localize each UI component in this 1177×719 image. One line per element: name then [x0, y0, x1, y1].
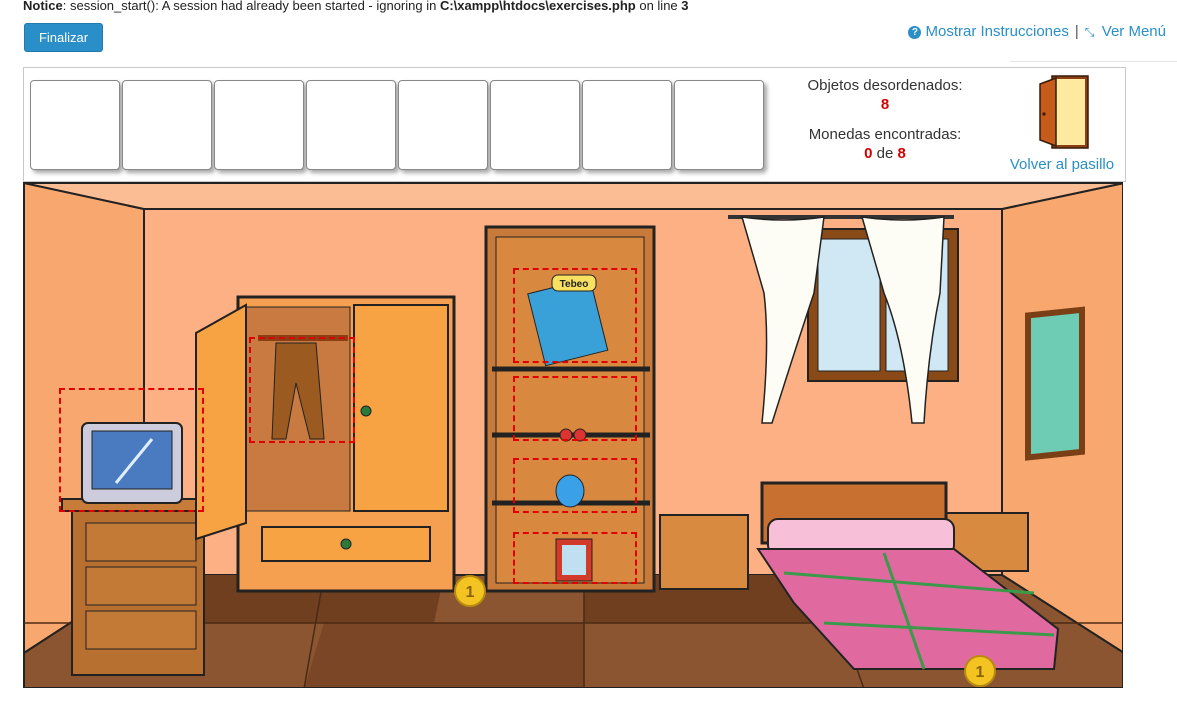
bedroom-scene: Tebeo 1 1 — [23, 182, 1123, 688]
coins-label: Monedas encontradas: — [808, 126, 962, 143]
disordered-count: 8 — [880, 96, 890, 113]
php-notice: Notice: session_start(): A session had a… — [23, 0, 689, 13]
coin-label: 1 — [466, 584, 475, 601]
inventory-slot[interactable] — [214, 80, 304, 170]
coin-label: 1 — [976, 664, 985, 681]
inventory-slot[interactable] — [490, 80, 580, 170]
header-divider — [1010, 61, 1177, 62]
coins-counter: 0 de 8 — [864, 145, 906, 162]
question-circle-icon: ? — [908, 26, 922, 39]
compress-icon: ⤡ — [1084, 25, 1095, 39]
back-to-hallway-label[interactable]: Volver al pasillo — [1002, 156, 1122, 173]
disordered-label: Objetos desordenados: — [807, 77, 963, 94]
stats-box: Objetos desordenados: 8 Monedas encontra… — [794, 76, 976, 163]
inventory-slot[interactable] — [674, 80, 764, 170]
inventory-slot[interactable] — [306, 80, 396, 170]
hotspot-earrings[interactable] — [513, 376, 637, 441]
hotspot-tv[interactable] — [59, 388, 204, 512]
finish-button[interactable]: Finalizar — [24, 23, 103, 52]
door-icon — [1039, 75, 1089, 149]
hotspot-comic[interactable] — [513, 268, 637, 363]
inventory-slot[interactable] — [122, 80, 212, 170]
back-to-hallway[interactable]: Volver al pasillo — [1002, 74, 1122, 173]
show-instructions-link[interactable]: ? Mostrar Instrucciones — [908, 23, 1069, 40]
inventory-slot[interactable] — [398, 80, 488, 170]
inventory-slot[interactable] — [582, 80, 672, 170]
hotspot-trousers[interactable] — [249, 337, 355, 443]
hotspot-photo-frame[interactable] — [513, 532, 637, 584]
inventory-slot[interactable] — [30, 80, 120, 170]
link-separator: | — [1074, 23, 1079, 40]
header-links: ? Mostrar Instrucciones | ⤡ Ver Menú — [908, 23, 1166, 40]
hotspot-yoyo[interactable] — [513, 458, 637, 513]
inventory-panel: Objetos desordenados: 8 Monedas encontra… — [23, 67, 1126, 182]
view-menu-link[interactable]: ⤡ Ver Menú — [1085, 23, 1166, 40]
